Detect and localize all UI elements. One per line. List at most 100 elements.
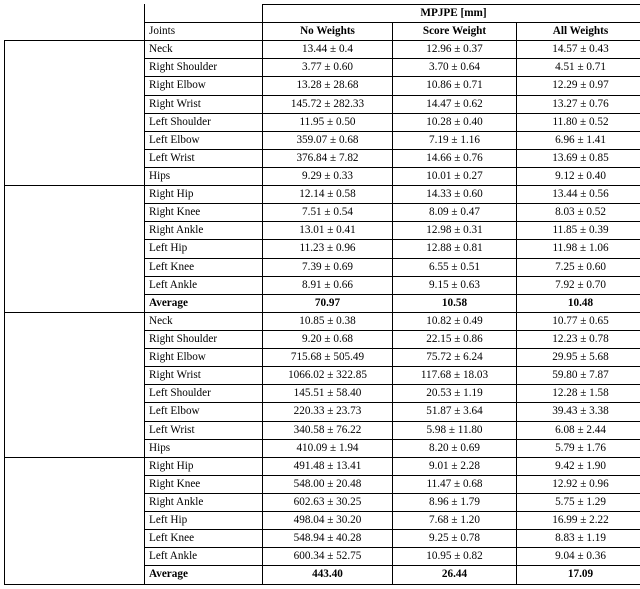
value-cell: 9.25 ± 0.78 — [393, 530, 517, 548]
value-cell: 602.63 ± 30.25 — [263, 493, 393, 511]
joint-name: Right Ankle — [145, 493, 263, 511]
metric-header: MPJPE [mm] — [263, 5, 640, 23]
average-value: 10.48 — [517, 294, 640, 312]
value-cell: 10.01 ± 0.27 — [393, 167, 517, 185]
value-cell: 145.51 ± 58.40 — [263, 385, 393, 403]
value-cell: 14.66 ± 0.76 — [393, 149, 517, 167]
value-cell: 7.39 ± 0.69 — [263, 258, 393, 276]
scene-cell — [5, 186, 145, 313]
value-cell: 145.72 ± 282.33 — [263, 95, 393, 113]
joint-name: Left Knee — [145, 258, 263, 276]
value-cell: 10.77 ± 0.65 — [517, 312, 640, 330]
joint-name: Neck — [145, 312, 263, 330]
value-cell: 376.84 ± 7.82 — [263, 149, 393, 167]
value-cell: 5.98 ± 11.80 — [393, 421, 517, 439]
joint-name: Left Shoulder — [145, 385, 263, 403]
value-cell: 8.91 ± 0.66 — [263, 276, 393, 294]
value-cell: 10.85 ± 0.38 — [263, 312, 393, 330]
value-cell: 8.09 ± 0.47 — [393, 204, 517, 222]
value-cell: 4.51 ± 0.71 — [517, 59, 640, 77]
value-cell: 117.68 ± 18.03 — [393, 367, 517, 385]
joints-header: Joints — [145, 23, 263, 41]
value-cell: 10.82 ± 0.49 — [393, 312, 517, 330]
value-cell: 29.95 ± 5.68 — [517, 349, 640, 367]
value-cell: 22.15 ± 0.86 — [393, 330, 517, 348]
value-cell: 11.23 ± 0.96 — [263, 240, 393, 258]
value-cell: 14.47 ± 0.62 — [393, 95, 517, 113]
joint-name: Right Knee — [145, 204, 263, 222]
value-cell: 9.29 ± 0.33 — [263, 167, 393, 185]
value-cell: 548.00 ± 20.48 — [263, 475, 393, 493]
col-header-2: All Weights — [517, 23, 640, 41]
value-cell: 8.20 ± 0.69 — [393, 439, 517, 457]
value-cell: 11.80 ± 0.52 — [517, 113, 640, 131]
value-cell: 6.96 ± 1.41 — [517, 131, 640, 149]
value-cell: 9.12 ± 0.40 — [517, 167, 640, 185]
mpjpe-table: MPJPE [mm]JointsNo WeightsScore WeightAl… — [4, 4, 640, 585]
value-cell: 13.27 ± 0.76 — [517, 95, 640, 113]
joint-name: Right Knee — [145, 475, 263, 493]
value-cell: 9.15 ± 0.63 — [393, 276, 517, 294]
joint-name: Right Wrist — [145, 95, 263, 113]
joint-name: Right Elbow — [145, 349, 263, 367]
value-cell: 10.28 ± 0.40 — [393, 113, 517, 131]
joint-name: Left Ankle — [145, 276, 263, 294]
value-cell: 7.19 ± 1.16 — [393, 131, 517, 149]
value-cell: 9.20 ± 0.68 — [263, 330, 393, 348]
value-cell: 12.23 ± 0.78 — [517, 330, 640, 348]
col-header-1: Score Weight — [393, 23, 517, 41]
blank-over-joints — [145, 5, 263, 23]
value-cell: 75.72 ± 6.24 — [393, 349, 517, 367]
average-label: Average — [145, 566, 263, 584]
value-cell: 12.98 ± 0.31 — [393, 222, 517, 240]
value-cell: 5.75 ± 1.29 — [517, 493, 640, 511]
value-cell: 11.98 ± 1.06 — [517, 240, 640, 258]
joint-name: Left Hip — [145, 512, 263, 530]
value-cell: 9.04 ± 0.36 — [517, 548, 640, 566]
value-cell: 8.03 ± 0.52 — [517, 204, 640, 222]
value-cell: 3.77 ± 0.60 — [263, 59, 393, 77]
value-cell: 220.33 ± 23.73 — [263, 403, 393, 421]
joint-name: Right Elbow — [145, 77, 263, 95]
joint-name: Right Ankle — [145, 222, 263, 240]
value-cell: 548.94 ± 40.28 — [263, 530, 393, 548]
value-cell: 13.69 ± 0.85 — [517, 149, 640, 167]
value-cell: 8.83 ± 1.19 — [517, 530, 640, 548]
joint-name: Right Shoulder — [145, 59, 263, 77]
joint-name: Left Elbow — [145, 403, 263, 421]
joint-name: Left Wrist — [145, 149, 263, 167]
value-cell: 12.28 ± 1.58 — [517, 385, 640, 403]
joint-name: Neck — [145, 41, 263, 59]
blank-corner — [5, 5, 145, 41]
joint-name: Left Wrist — [145, 421, 263, 439]
value-cell: 13.44 ± 0.4 — [263, 41, 393, 59]
joint-name: Left Knee — [145, 530, 263, 548]
scene-cell — [5, 41, 145, 186]
value-cell: 340.58 ± 76.22 — [263, 421, 393, 439]
value-cell: 12.92 ± 0.96 — [517, 475, 640, 493]
value-cell: 14.33 ± 0.60 — [393, 186, 517, 204]
average-value: 443.40 — [263, 566, 393, 584]
value-cell: 10.95 ± 0.82 — [393, 548, 517, 566]
value-cell: 715.68 ± 505.49 — [263, 349, 393, 367]
value-cell: 12.14 ± 0.58 — [263, 186, 393, 204]
value-cell: 20.53 ± 1.19 — [393, 385, 517, 403]
value-cell: 410.09 ± 1.94 — [263, 439, 393, 457]
col-header-0: No Weights — [263, 23, 393, 41]
value-cell: 1066.02 ± 322.85 — [263, 367, 393, 385]
value-cell: 359.07 ± 0.68 — [263, 131, 393, 149]
value-cell: 11.95 ± 0.50 — [263, 113, 393, 131]
value-cell: 10.86 ± 0.71 — [393, 77, 517, 95]
scene-cell — [5, 312, 145, 457]
joint-name: Left Shoulder — [145, 113, 263, 131]
value-cell: 600.34 ± 52.75 — [263, 548, 393, 566]
value-cell: 12.29 ± 0.97 — [517, 77, 640, 95]
value-cell: 5.79 ± 1.76 — [517, 439, 640, 457]
value-cell: 14.57 ± 0.43 — [517, 41, 640, 59]
joint-name: Left Elbow — [145, 131, 263, 149]
value-cell: 16.99 ± 2.22 — [517, 512, 640, 530]
joint-name: Hips — [145, 439, 263, 457]
value-cell: 9.01 ± 2.28 — [393, 457, 517, 475]
value-cell: 13.01 ± 0.41 — [263, 222, 393, 240]
scene-cell — [5, 457, 145, 584]
